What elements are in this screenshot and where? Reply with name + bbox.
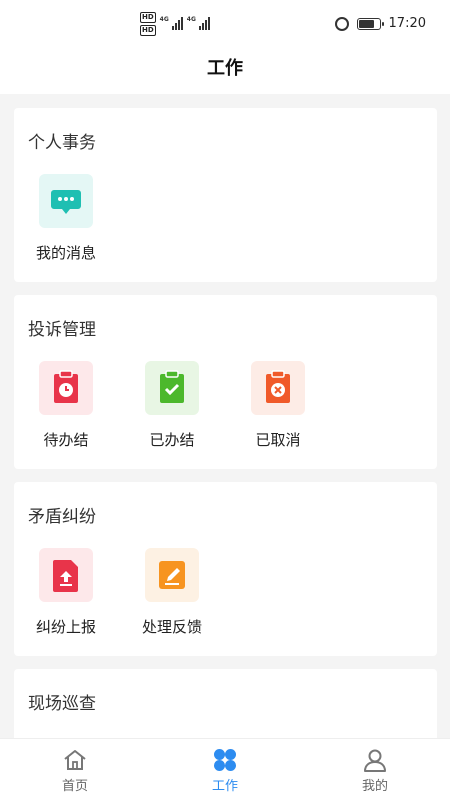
pending-button[interactable]: 待办结 (21, 361, 111, 450)
check-clipboard-icon (145, 361, 199, 415)
section-title: 投诉管理 (28, 320, 96, 340)
my-messages-button[interactable]: 我的消息 (21, 174, 111, 263)
message-icon (39, 174, 93, 228)
signal-icon-2: 4G (187, 16, 210, 30)
clock-clipboard-icon (39, 361, 93, 415)
hd-icon: HD HD (140, 12, 156, 36)
signal-icon: 4G (160, 16, 183, 30)
section-onsite-inspection: 现场巡查 (14, 669, 437, 749)
tab-label: 工作 (211, 779, 238, 794)
battery-icon (356, 17, 384, 30)
item-label: 待办结 (43, 431, 89, 449)
grid-icon (212, 747, 238, 773)
status-bar: HD HD 4G 4G 17:20 (0, 0, 450, 50)
section-title: 个人事务 (28, 133, 96, 153)
cancelled-button[interactable]: 已取消 (233, 361, 323, 450)
tab-work[interactable]: 工作 (150, 739, 300, 800)
alarm-icon (334, 16, 349, 31)
section-personal-affairs: 个人事务 我的消息 (14, 108, 437, 282)
dispute-report-button[interactable]: 纠纷上报 (21, 548, 111, 637)
status-time: 17:20 (388, 16, 426, 31)
section-dispute: 矛盾纠纷 纠纷上报 处理反馈 (14, 482, 437, 656)
cancel-clipboard-icon (251, 361, 305, 415)
section-complaint-management: 投诉管理 待办结 已办结 已取消 (14, 295, 437, 469)
home-icon (62, 747, 88, 773)
edit-icon (145, 548, 199, 602)
tab-mine[interactable]: 我的 (300, 739, 450, 800)
upload-doc-icon (39, 548, 93, 602)
feedback-button[interactable]: 处理反馈 (127, 548, 217, 637)
bottom-tab-bar: 首页 工作 我的 (0, 738, 450, 800)
page-title: 工作 (0, 50, 450, 94)
item-label: 我的消息 (35, 244, 96, 262)
tab-label: 首页 (61, 779, 88, 794)
tab-label: 我的 (361, 779, 388, 794)
item-label: 处理反馈 (141, 618, 202, 636)
completed-button[interactable]: 已办结 (127, 361, 217, 450)
network-indicators: HD HD 4G 4G (140, 12, 210, 38)
item-label: 纠纷上报 (35, 618, 96, 636)
tab-home[interactable]: 首页 (0, 739, 150, 800)
section-title: 矛盾纠纷 (28, 507, 96, 527)
item-label: 已取消 (255, 431, 301, 449)
user-icon (362, 747, 388, 773)
section-title: 现场巡查 (28, 694, 96, 714)
item-label: 已办结 (149, 431, 195, 449)
